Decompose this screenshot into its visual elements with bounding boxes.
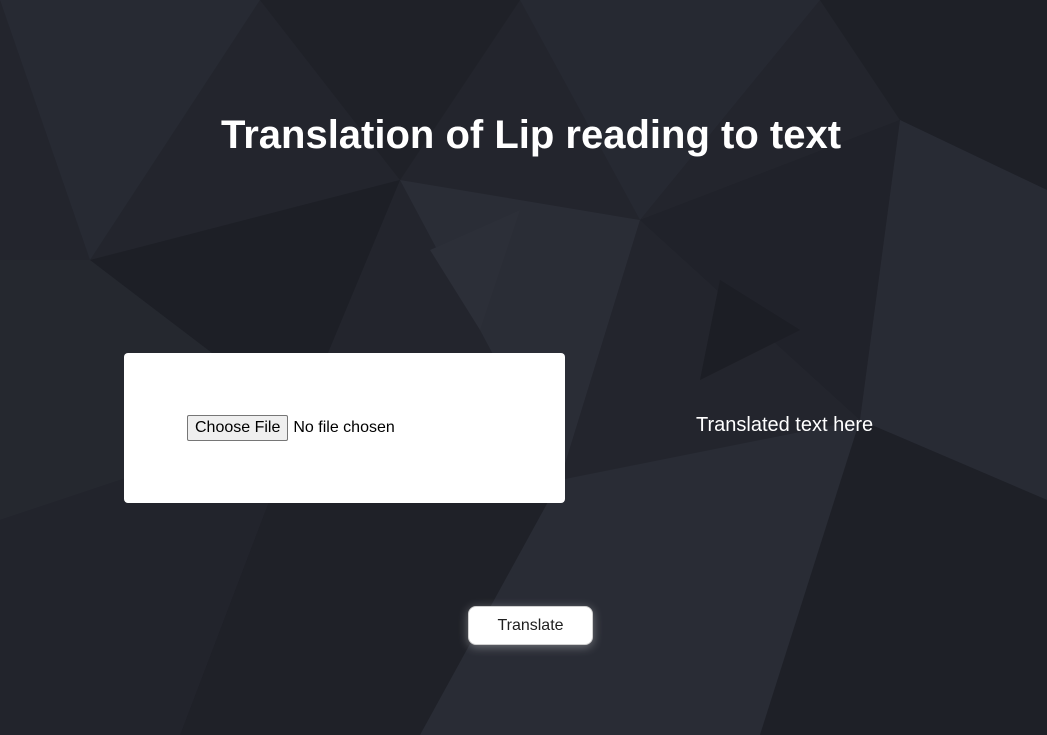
choose-file-button[interactable]: Choose File — [187, 415, 289, 441]
translate-button[interactable]: Translate — [468, 606, 593, 645]
upload-panel: Choose File No file chosen — [124, 353, 565, 503]
file-status-text: No file chosen — [293, 419, 395, 436]
translated-text-output: Translated text here — [696, 414, 874, 436]
page-title: Translation of Lip reading to text — [220, 113, 842, 157]
file-input[interactable]: Choose File No file chosen — [187, 415, 395, 441]
